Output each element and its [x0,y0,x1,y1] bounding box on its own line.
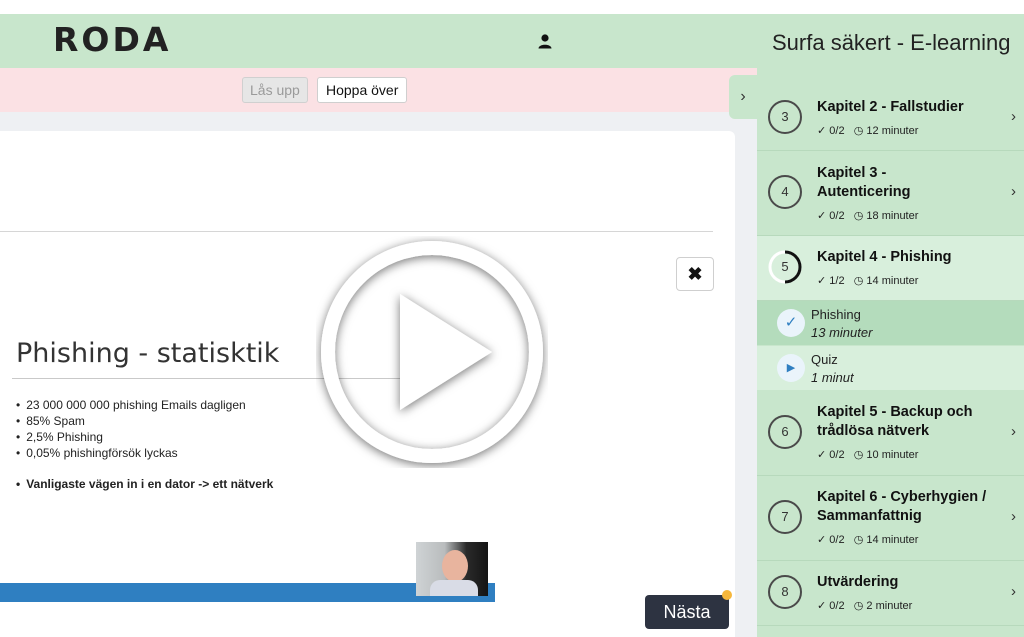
chapter-item[interactable]: 6 Kapitel 5 - Backup och trådlösa nätver… [757,391,1024,476]
slide-bullet-list: 23 000 000 000 phishing Emails dagligen … [16,397,246,461]
chapter-number: 6 [768,415,802,449]
chapter-progress: ✓ 0/2 [817,600,845,612]
chapter-number: 4 [768,175,802,209]
clock-icon: ◷ [853,600,864,612]
chevron-right-icon: › [1011,508,1016,525]
chapter-title: Kapitel 2 - Fallstudier [817,99,964,115]
chapter-title: Utvärdering [817,574,899,590]
chapter-progress: ✓ 0/2 [817,449,845,461]
chapter-title: Kapitel 6 - Cyberhygien / Sammanfattnig [817,489,987,524]
slide-title: Phishing - statisktik [16,338,280,369]
lesson-duration: 1 minut [811,370,854,385]
chapter-number: 5 [781,259,789,274]
chapter-title: Kapitel 5 - Backup och trådlösa nätverk [817,404,973,439]
next-button[interactable]: Nästa [645,595,729,629]
course-sidebar: Surfa säkert - E-learning 3 Kapitel 2 - … [757,14,1024,637]
chapter-duration: 14 minuter [866,534,919,546]
slide-bullet: 2,5% Phishing [16,429,246,445]
chapter-meta: ✓ 1/2 ◷ 14 minuter [817,274,918,287]
sidebar-toggle-button[interactable]: › [729,75,757,119]
chapter-item-active[interactable]: 5 Kapitel 4 - Phishing ✓ 1/2 ◷ 14 minute… [757,236,1024,301]
lesson-name: Quiz [811,352,838,367]
presenter-video-thumbnail[interactable] [416,542,488,596]
chapter-item[interactable]: 3 Kapitel 2 - Fallstudier ✓ 0/2 ◷ 12 min… [757,86,1024,151]
chapter-duration: 18 minuter [866,210,919,222]
lesson-action-bar: Lås upp Hoppa över [0,68,757,112]
chapter-number: 8 [768,575,802,609]
clock-icon: ◷ [853,534,864,546]
chapter-progress: ✓ 0/2 [817,210,845,222]
chapter-number: 7 [768,500,802,534]
play-icon[interactable] [316,236,548,468]
chapter-meta: ✓ 0/2 ◷ 10 minuter [817,448,918,461]
user-icon[interactable] [537,33,553,49]
chapter-duration: 2 minuter [866,600,913,612]
clock-icon: ◷ [853,210,864,222]
play-small-icon: ▶ [777,354,805,382]
notification-dot [722,590,732,600]
panel-divider [0,231,713,232]
lesson-duration: 13 minuter [811,325,873,340]
clock-icon: ◷ [853,125,864,137]
chapter-title: Kapitel 4 - Phishing [817,249,952,265]
clock-icon: ◷ [853,449,864,461]
slide-bullet: 0,05% phishingförsök lyckas [16,445,246,461]
lesson-item-phishing[interactable]: ✓ Phishing 13 minuter [757,301,1024,345]
check-icon: ✓ [777,309,805,337]
presenter-shirt [430,580,478,596]
clock-icon: ◷ [853,275,864,287]
chevron-right-icon: › [1011,183,1016,200]
chevron-right-icon: › [1011,108,1016,125]
unlock-button[interactable]: Lås upp [242,77,308,103]
chapter-progress: ✓ 0/2 [817,125,845,137]
chapter-item[interactable]: 4 Kapitel 3 - Autenticering ✓ 0/2 ◷ 18 m… [757,151,1024,236]
lesson-item-quiz[interactable]: ▶ Quiz 1 minut [757,346,1024,390]
chapter-duration: 14 minuter [866,275,919,287]
close-slide-button[interactable]: ✖ [676,257,714,291]
chapter-duration: 12 minuter [866,125,919,137]
chapter-item[interactable]: 8 Utvärdering ✓ 0/2 ◷ 2 minuter › [757,561,1024,626]
chapter-progress: ✓ 1/2 [817,275,845,287]
chapter-number: 3 [768,100,802,134]
top-header-bar: RODA [0,14,757,68]
chapter-meta: ✓ 0/2 ◷ 18 minuter [817,209,918,222]
course-title: Surfa säkert - E-learning [772,30,1011,55]
skip-button[interactable]: Hoppa över [317,77,408,103]
slide-bold-bullet: Vanligaste vägen in i en dator -> ett nä… [16,477,273,491]
chevron-right-icon: › [1011,583,1016,600]
chapter-meta: ✓ 0/2 ◷ 12 minuter [817,124,918,137]
chapter-item[interactable]: 7 Kapitel 6 - Cyberhygien / Sammanfattni… [757,476,1024,561]
slide-bullet: 85% Spam [16,413,246,429]
chapter-title: Kapitel 3 - Autenticering [817,165,911,200]
presenter-face [442,550,468,582]
chapter-meta: ✓ 0/2 ◷ 2 minuter [817,599,912,612]
lesson-name: Phishing [811,307,861,322]
chapter-meta: ✓ 0/2 ◷ 14 minuter [817,533,918,546]
chapter-duration: 10 minuter [866,449,919,461]
chapter-progress: ✓ 0/2 [817,534,845,546]
chevron-right-icon: › [1011,423,1016,440]
slide-bullet: 23 000 000 000 phishing Emails dagligen [16,397,246,413]
roda-logo[interactable]: RODA [53,20,171,59]
